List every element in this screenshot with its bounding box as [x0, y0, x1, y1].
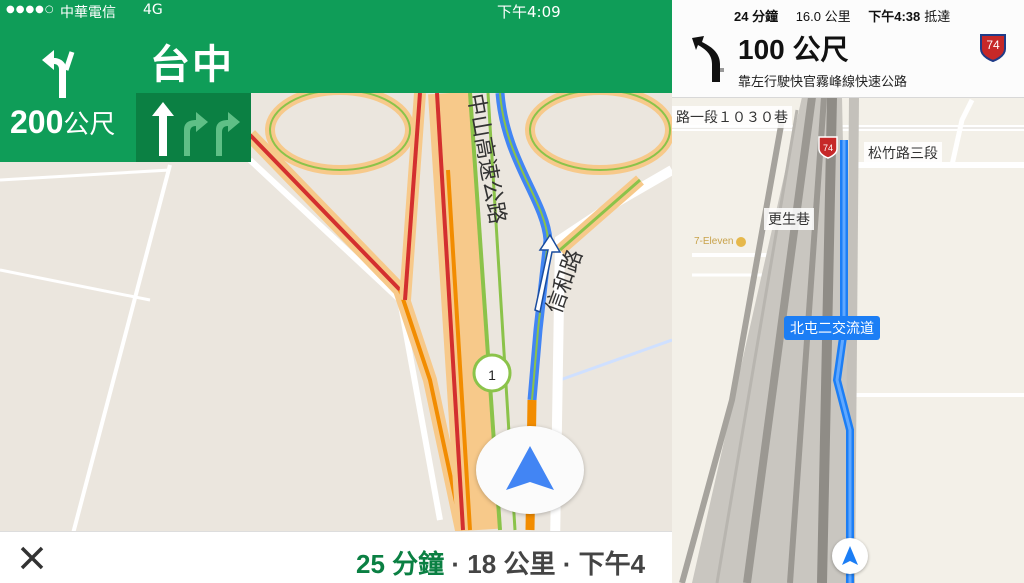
trip-summary: 25 分鐘 · 18 公里 · 下午4: [356, 544, 645, 581]
signal-strength: ●●●●○: [6, 4, 55, 15]
road-label-gengsheng: 更生巷: [764, 208, 814, 230]
highway-shield-number: 1: [488, 367, 496, 383]
trip-distance: 18 公里: [467, 549, 556, 579]
status-bar: ●●●●○ 中華電信 4G 下午4:09: [0, 0, 672, 22]
arrival-time: 下午4:38: [868, 9, 921, 24]
close-icon[interactable]: [18, 544, 46, 572]
maneuver-distance: 200公尺: [10, 104, 115, 141]
lane-right-icon: [184, 112, 208, 156]
distance-value: 200: [10, 104, 64, 140]
navigation-arrow-icon: [506, 446, 554, 490]
maneuver-instruction: 靠左行駛快官霧峰線快速公路: [738, 74, 908, 89]
poi-label[interactable]: 7-Eleven: [694, 236, 733, 247]
maneuver-distance: 100 公尺: [738, 34, 849, 65]
arrival-time: 下午4: [578, 549, 646, 579]
google-maps-panel: 1 中山高速公路 信和路 ●●●●○ 中華電信 4G 下午4:09 台中 200…: [0, 0, 672, 583]
lane-straight-icon: [152, 102, 174, 156]
lane-label: 路一段１０３０巷: [672, 106, 792, 128]
current-location-button[interactable]: [476, 426, 584, 514]
carrier-name: 中華電信: [60, 5, 116, 21]
trip-info-bar: 25 分鐘 · 18 公里 · 下午4: [0, 531, 672, 583]
status-time: 下午4:09: [497, 3, 561, 21]
route-shield-number: 74: [986, 38, 1000, 52]
lane-right-icon: [216, 112, 240, 156]
directions-header: 24 分鐘 16.0 公里 下午4:38 抵達 100 公尺 靠左行駛快官霧峰線快…: [672, 0, 1024, 98]
separator: ·: [562, 549, 572, 579]
poi-icon[interactable]: [736, 237, 746, 247]
eta-duration: 25 分鐘: [356, 549, 445, 579]
trip-summary: 24 分鐘 16.0 公里 下午4:38 抵達: [734, 6, 964, 25]
arrival-label: 抵達: [924, 9, 951, 24]
road-label-songzhu: 松竹路三段: [864, 142, 942, 164]
turn-left-icon: [42, 50, 75, 98]
navigation-arrow-icon: [842, 546, 858, 565]
network-type: 4G: [143, 2, 163, 18]
map-shield-number: 74: [823, 143, 833, 153]
keep-left-icon: [692, 36, 724, 82]
trip-distance: 16.0 公里: [795, 9, 851, 24]
destination-name: 台中: [150, 43, 234, 87]
apple-maps-panel: 74 24 分鐘 16.0 公里 下午4:38 抵達 100 公尺 靠左行駛快官霧…: [672, 0, 1024, 583]
current-location-button[interactable]: [832, 538, 868, 574]
exit-label: 北屯二交流道: [784, 316, 880, 340]
distance-unit: 公尺: [63, 109, 116, 139]
trip-duration: 24 分鐘: [734, 9, 779, 24]
separator: ·: [451, 549, 461, 579]
